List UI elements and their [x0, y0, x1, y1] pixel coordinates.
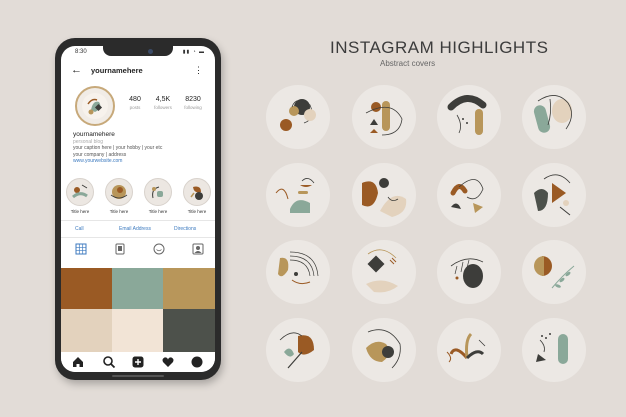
cover-art [365, 101, 403, 136]
search-icon[interactable] [102, 355, 116, 369]
post-tile[interactable] [163, 309, 215, 352]
home-icon[interactable] [71, 355, 85, 369]
cover-art [278, 251, 319, 285]
directions-button[interactable]: Directions [174, 226, 196, 232]
status-icons: ▮▮ ◔ ▬ [182, 49, 205, 55]
post-grid [61, 268, 215, 352]
highlight-circle [144, 178, 172, 206]
cover-art [533, 95, 572, 133]
highlight-circle [66, 178, 94, 206]
profile-tabbar [61, 238, 215, 260]
cover-art [275, 178, 315, 213]
back-arrow-icon[interactable]: ← [71, 64, 82, 76]
cover-art [536, 333, 568, 364]
highlight-cover[interactable] [352, 163, 416, 227]
tagged-icon[interactable] [192, 243, 204, 255]
cover-art [447, 95, 487, 135]
highlight-circle [105, 178, 133, 206]
post-tile[interactable] [61, 309, 112, 352]
smile-icon[interactable] [153, 243, 165, 255]
bottom-nav [61, 352, 215, 372]
highlight-cover[interactable] [437, 85, 501, 149]
email-button[interactable]: Email Address [119, 226, 151, 232]
grid-icon[interactable] [75, 243, 87, 255]
post-tile[interactable] [112, 268, 163, 309]
cover-art [446, 332, 486, 363]
more-options-icon[interactable]: ⋮ [194, 64, 203, 76]
highlight-cover[interactable] [266, 85, 330, 149]
highlight-cover[interactable] [437, 240, 501, 304]
highlight-circle [183, 178, 211, 206]
divider [61, 220, 215, 221]
highlight-cover[interactable] [522, 240, 586, 304]
cover-art [279, 332, 314, 369]
highlight-item[interactable]: Title here [143, 178, 173, 214]
profile-bio: yournamehere personal blog your caption … [73, 131, 203, 165]
phone-screen: 8:30 ▮▮ ◔ ▬ ← yournamehere ⋮ 480 posts 4… [61, 46, 215, 372]
highlight-cover[interactable] [266, 318, 330, 382]
page-subtitle: Abstract covers [380, 59, 436, 68]
stat-followers[interactable]: 4,5K followers [147, 96, 179, 110]
highlight-cover[interactable] [352, 318, 416, 382]
profile-username: yournamehere [91, 66, 143, 75]
avatar-art [82, 93, 108, 119]
cover-art [280, 99, 316, 131]
phone-mockup: 8:30 ▮▮ ◔ ▬ ← yournamehere ⋮ 480 posts 4… [55, 38, 221, 380]
cover-art [366, 329, 401, 369]
cover-art [450, 258, 484, 288]
highlight-cover[interactable] [522, 163, 586, 227]
post-tile[interactable] [112, 309, 163, 352]
stat-following[interactable]: 8230 following [177, 96, 209, 110]
highlight-item[interactable]: Title here [65, 178, 95, 214]
home-indicator [112, 375, 164, 377]
phone-notch [103, 46, 173, 56]
camera-icon [148, 49, 153, 54]
add-icon[interactable] [131, 355, 145, 369]
heart-icon[interactable] [161, 355, 175, 369]
cover-art [366, 249, 398, 293]
highlight-cover[interactable] [352, 85, 416, 149]
highlight-cover[interactable] [266, 163, 330, 227]
cover-art [450, 179, 484, 213]
call-button[interactable]: Call [75, 226, 84, 232]
status-time: 8:30 [75, 49, 87, 55]
cover-art [534, 174, 571, 216]
avatar[interactable] [75, 86, 115, 126]
cover-art [534, 256, 575, 289]
cover-art [362, 178, 407, 217]
page-title: INSTAGRAM HIGHLIGHTS [330, 38, 549, 57]
highlight-cover[interactable] [522, 318, 586, 382]
bio-link[interactable]: www.yourwebsite.com [73, 158, 203, 165]
reels-icon[interactable] [114, 243, 126, 255]
highlight-cover[interactable] [437, 318, 501, 382]
highlight-item[interactable]: Title here [182, 178, 212, 214]
highlight-cover[interactable] [266, 240, 330, 304]
highlight-cover[interactable] [522, 85, 586, 149]
post-tile[interactable] [61, 268, 112, 309]
post-tile[interactable] [163, 268, 215, 309]
profile-topbar: ← yournamehere ⋮ [61, 62, 215, 80]
profile-icon[interactable] [190, 355, 204, 369]
highlight-cover[interactable] [437, 163, 501, 227]
highlight-item[interactable]: Title here [104, 178, 134, 214]
highlight-cover[interactable] [352, 240, 416, 304]
